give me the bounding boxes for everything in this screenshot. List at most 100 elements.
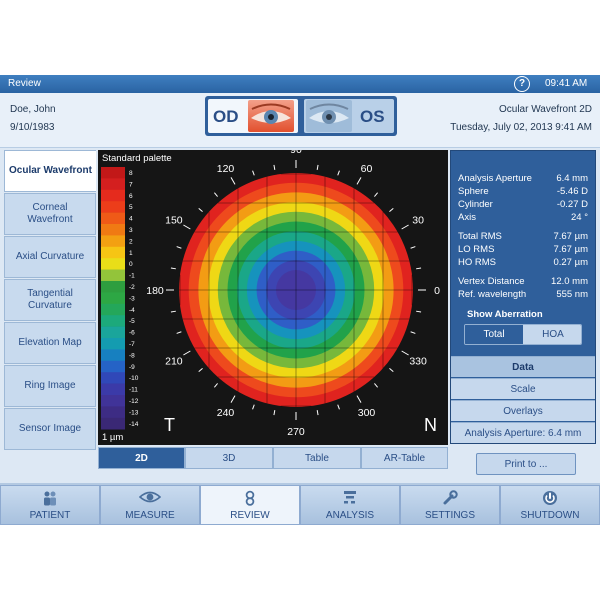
scale-swatch <box>101 315 125 327</box>
analysis-row-value: 7.67 µm <box>553 231 588 242</box>
palette-title: Standard palette <box>102 153 172 164</box>
scale-value: 8 <box>129 170 133 177</box>
angle-label: 90 <box>290 150 302 156</box>
angle-tick <box>337 170 340 176</box>
toggle-total[interactable]: Total <box>465 325 523 344</box>
nav-review[interactable]: REVIEW <box>200 485 300 525</box>
angle-tick <box>374 192 379 197</box>
tab-ocular-wavefront[interactable]: Ocular Wavefront <box>4 150 96 192</box>
title-bar: Review ? 09:41 AM <box>0 75 600 93</box>
overlays-button[interactable]: Overlays <box>451 400 595 421</box>
scale-value: -10 <box>129 375 139 382</box>
nav-shutdown[interactable]: SHUTDOWN <box>500 485 600 525</box>
nav-label: PATIENT <box>29 510 71 521</box>
scale-swatch <box>101 189 125 202</box>
patient-dob: 9/10/1983 <box>10 122 55 133</box>
nav-measure[interactable]: MEASURE <box>100 485 200 525</box>
od-button[interactable]: OD <box>208 99 298 133</box>
scale-swatch <box>101 326 125 339</box>
angle-tick <box>252 404 255 410</box>
angle-label: 210 <box>165 356 183 368</box>
analysis-row-value: 555 nm <box>556 289 588 300</box>
review-icon <box>201 490 299 506</box>
view-tabs: 2D 3D Table AR-Table <box>98 445 448 469</box>
angle-tick <box>176 246 182 249</box>
button-label: Analysis Aperture: 6.4 mm <box>464 427 582 439</box>
scale-swatch <box>101 349 125 362</box>
angle-tick <box>230 395 236 403</box>
scale-swatch <box>101 360 125 373</box>
wavefront-map[interactable]: Standard palette 876543210-1-2-3-4-5-6-7… <box>98 144 448 445</box>
scale-value: -1 <box>129 273 135 280</box>
tab-sensor-image[interactable]: Sensor Image <box>4 408 96 450</box>
data-button[interactable]: Data <box>451 356 595 377</box>
angle-tick <box>316 164 319 170</box>
nav-label: ANALYSIS <box>325 510 375 521</box>
eye-icon <box>101 490 199 506</box>
scale-swatch <box>101 417 125 430</box>
analysis-row-label: Axis <box>458 212 476 223</box>
aberration-toggle: Total HOA <box>464 324 582 345</box>
scale-swatch <box>101 167 125 179</box>
tab-2d[interactable]: 2D <box>98 447 185 469</box>
analysis-row-value: 6.4 mm <box>556 173 588 184</box>
nav-label: SHUTDOWN <box>520 510 580 521</box>
scale-value: -7 <box>129 341 135 348</box>
analysis-row-value: 24 ° <box>570 212 588 223</box>
angle-tick <box>170 310 176 313</box>
left-eye-icon <box>306 100 352 132</box>
scale-swatch <box>101 178 125 191</box>
tab-ring-image[interactable]: Ring Image <box>4 365 96 407</box>
os-button[interactable]: OS <box>304 99 394 133</box>
scale-swatch <box>101 372 125 384</box>
nav-label: REVIEW <box>230 510 270 521</box>
scale-swatch <box>101 303 125 316</box>
tab-ar-table[interactable]: AR-Table <box>361 447 448 469</box>
tab-corneal-wavefront[interactable]: Corneal Wavefront <box>4 193 96 235</box>
print-button[interactable]: Print to ... <box>476 453 576 475</box>
scale-swatch <box>101 269 125 282</box>
tab-tangential-curvature[interactable]: Tangential Curvature <box>4 279 96 321</box>
patient-name: Doe, John <box>10 104 56 115</box>
tab-axial-curvature[interactable]: Axial Curvature <box>4 236 96 278</box>
exam-datetime: Tuesday, July 02, 2013 9:41 AM <box>450 122 592 133</box>
scale-swatch <box>101 235 125 248</box>
angle-tick <box>356 177 362 185</box>
help-icon[interactable]: ? <box>514 76 530 92</box>
angle-tick <box>401 224 409 230</box>
tab-label: Sensor Image <box>18 423 82 434</box>
angle-tick <box>389 207 394 212</box>
scale-swatch <box>101 201 125 213</box>
angle-tick <box>410 331 416 334</box>
nav-settings[interactable]: SETTINGS <box>400 485 500 525</box>
tab-label: 3D <box>222 452 236 464</box>
show-aberration-label: Show Aberration <box>467 309 543 320</box>
nav-patient[interactable]: PATIENT <box>0 485 100 525</box>
scale-value: 5 <box>129 204 133 211</box>
nav-analysis[interactable]: ANALYSIS <box>300 485 400 525</box>
tab-label: 2D <box>135 452 148 464</box>
right-eye-icon <box>248 100 294 132</box>
scale-button[interactable]: Scale <box>451 378 595 399</box>
tab-label: Ring Image <box>24 380 76 391</box>
tab-3d[interactable]: 3D <box>185 447 273 469</box>
angle-label: 240 <box>217 407 235 419</box>
tab-label: Table <box>305 452 329 464</box>
angle-tick <box>337 404 340 410</box>
toggle-label: HOA <box>542 329 564 340</box>
toggle-hoa[interactable]: HOA <box>523 325 581 344</box>
scale-swatch <box>101 224 125 236</box>
tab-elevation-map[interactable]: Elevation Map <box>4 322 96 364</box>
scale-swatch <box>101 338 125 350</box>
tab-label: Tangential Curvature <box>27 288 73 311</box>
scale-value: 1 <box>129 250 133 257</box>
scale-value: -14 <box>129 421 139 428</box>
scale-value: -9 <box>129 364 135 371</box>
power-icon <box>501 490 599 506</box>
tab-table[interactable]: Table <box>273 447 361 469</box>
analysis-aperture-button[interactable]: Analysis Aperture: 6.4 mm <box>451 422 595 443</box>
chart-icon <box>301 490 399 506</box>
angle-label: 60 <box>361 163 373 175</box>
angle-label: 270 <box>287 426 305 438</box>
tab-label: AR-Table <box>383 452 426 464</box>
